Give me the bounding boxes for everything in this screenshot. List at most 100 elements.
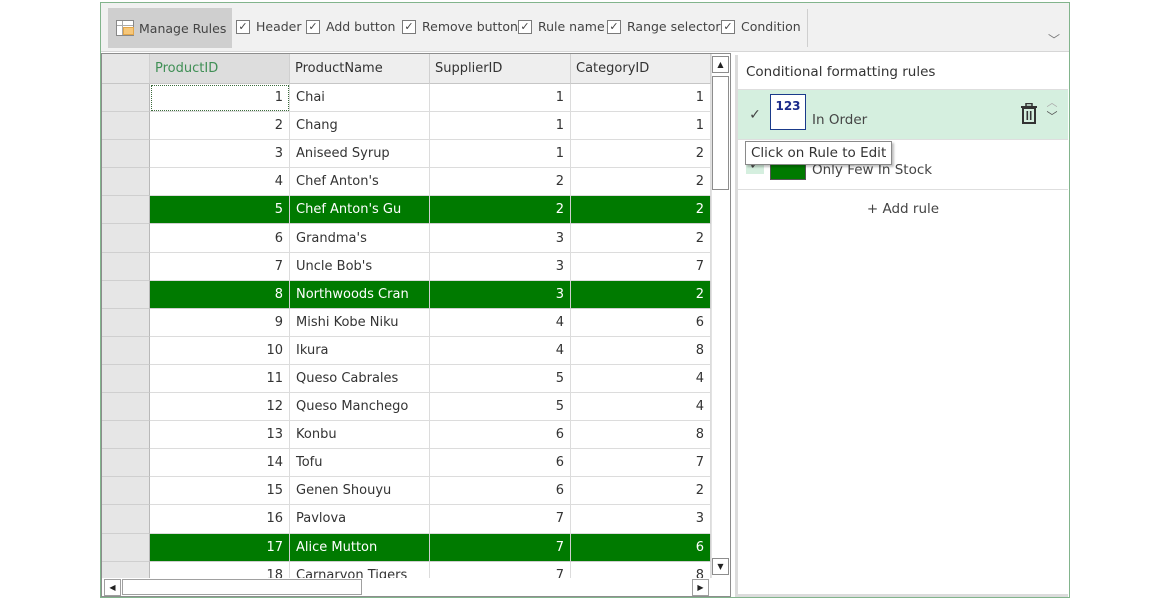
cell-productid[interactable]: 1 bbox=[150, 84, 290, 113]
cell-supplierid[interactable]: 3 bbox=[430, 224, 571, 253]
cell-supplierid[interactable]: 1 bbox=[430, 112, 571, 141]
row-header[interactable] bbox=[102, 336, 150, 365]
horizontal-scrollbar[interactable]: ◀ ▶ bbox=[102, 578, 712, 596]
cell-productid[interactable]: 14 bbox=[150, 449, 290, 478]
range-selector-checkbox[interactable]: ✓ Range selector bbox=[607, 19, 721, 34]
cell-productname[interactable]: Alice Mutton bbox=[290, 533, 430, 562]
cell-productname[interactable]: Genen Shouyu bbox=[290, 477, 430, 506]
cell-productid[interactable]: 8 bbox=[150, 280, 290, 309]
add-button-checkbox[interactable]: ✓ Add button bbox=[306, 19, 395, 34]
table-row[interactable]: 11 Queso Cabrales 5 4 bbox=[102, 364, 711, 394]
move-down-icon[interactable]: ﹀ bbox=[1044, 110, 1060, 124]
column-header-productid[interactable]: ProductID bbox=[150, 54, 290, 84]
table-row[interactable]: 17 Alice Mutton 7 6 bbox=[102, 533, 711, 562]
row-header[interactable] bbox=[102, 196, 150, 225]
cell-productname[interactable]: Grandma's bbox=[290, 224, 430, 253]
row-header[interactable] bbox=[102, 84, 150, 113]
cell-categoryid[interactable]: 7 bbox=[571, 449, 711, 478]
cell-productid[interactable]: 16 bbox=[150, 505, 290, 534]
row-header[interactable] bbox=[102, 393, 150, 422]
chevron-down-icon[interactable]: ﹀ bbox=[1047, 33, 1061, 47]
cell-productid[interactable]: 5 bbox=[150, 196, 290, 225]
cell-supplierid[interactable]: 3 bbox=[430, 252, 571, 281]
cell-categoryid[interactable]: 2 bbox=[571, 477, 711, 506]
table-row[interactable]: 3 Aniseed Syrup 1 2 bbox=[102, 140, 711, 169]
cell-categoryid[interactable]: 2 bbox=[571, 280, 711, 309]
cell-supplierid[interactable]: 7 bbox=[430, 533, 571, 562]
row-header[interactable] bbox=[102, 112, 150, 141]
cell-supplierid[interactable]: 1 bbox=[430, 140, 571, 169]
cell-categoryid[interactable]: 4 bbox=[571, 364, 711, 394]
cell-supplierid[interactable]: 3 bbox=[430, 280, 571, 309]
manage-rules-button[interactable]: Manage Rules bbox=[108, 8, 232, 48]
cell-productid[interactable]: 17 bbox=[150, 533, 290, 562]
table-row[interactable]: 10 Ikura 4 8 bbox=[102, 336, 711, 365]
rule-item-in-order[interactable]: ✓ 123 In Order ︿ ﹀ bbox=[738, 90, 1068, 140]
cell-productname[interactable]: Chef Anton's Gu bbox=[290, 196, 430, 225]
cell-productid[interactable]: 12 bbox=[150, 393, 290, 422]
cell-productid[interactable]: 15 bbox=[150, 477, 290, 506]
cell-productname[interactable]: Queso Cabrales bbox=[290, 364, 430, 394]
move-up-icon[interactable]: ︿ bbox=[1044, 96, 1060, 110]
row-header[interactable] bbox=[102, 421, 150, 450]
cell-productname[interactable]: Tofu bbox=[290, 449, 430, 478]
cell-categoryid[interactable]: 1 bbox=[571, 84, 711, 113]
cell-categoryid[interactable]: 2 bbox=[571, 168, 711, 197]
row-header[interactable] bbox=[102, 449, 150, 478]
rule-enabled-check-icon[interactable]: ✓ bbox=[746, 106, 764, 124]
cell-categoryid[interactable]: 8 bbox=[571, 421, 711, 450]
row-header[interactable] bbox=[102, 364, 150, 394]
column-header-categoryid[interactable]: CategoryID bbox=[571, 54, 711, 84]
cell-productid[interactable]: 3 bbox=[150, 140, 290, 169]
table-row[interactable]: 14 Tofu 6 7 bbox=[102, 449, 711, 478]
row-header-corner[interactable] bbox=[102, 54, 150, 84]
cell-productname[interactable]: Mishi Kobe Niku bbox=[290, 308, 430, 337]
cell-categoryid[interactable]: 8 bbox=[571, 336, 711, 365]
cell-categoryid[interactable]: 4 bbox=[571, 393, 711, 422]
cell-productname[interactable]: Uncle Bob's bbox=[290, 252, 430, 281]
table-row[interactable]: 9 Mishi Kobe Niku 4 6 bbox=[102, 308, 711, 337]
cell-productname[interactable]: Ikura bbox=[290, 336, 430, 365]
cell-supplierid[interactable]: 6 bbox=[430, 421, 571, 450]
table-row[interactable]: 7 Uncle Bob's 3 7 bbox=[102, 252, 711, 281]
cell-productid[interactable]: 7 bbox=[150, 252, 290, 281]
cell-productname[interactable]: Queso Manchego bbox=[290, 393, 430, 422]
cell-categoryid[interactable]: 2 bbox=[571, 224, 711, 253]
row-header[interactable] bbox=[102, 308, 150, 337]
scroll-down-icon[interactable]: ▼ bbox=[712, 558, 729, 575]
table-row[interactable]: 16 Pavlova 7 3 bbox=[102, 505, 711, 534]
scroll-right-icon[interactable]: ▶ bbox=[692, 579, 709, 596]
row-header[interactable] bbox=[102, 224, 150, 253]
cell-categoryid[interactable]: 6 bbox=[571, 533, 711, 562]
cell-productid[interactable]: 11 bbox=[150, 364, 290, 394]
table-row[interactable]: 2 Chang 1 1 bbox=[102, 112, 711, 141]
cell-supplierid[interactable]: 1 bbox=[430, 84, 571, 113]
cell-categoryid[interactable]: 1 bbox=[571, 112, 711, 141]
cell-categoryid[interactable]: 3 bbox=[571, 505, 711, 534]
cell-supplierid[interactable]: 7 bbox=[430, 505, 571, 534]
cell-supplierid[interactable]: 6 bbox=[430, 477, 571, 506]
table-row[interactable]: 15 Genen Shouyu 6 2 bbox=[102, 477, 711, 506]
cell-productid[interactable]: 9 bbox=[150, 308, 290, 337]
cell-supplierid[interactable]: 4 bbox=[430, 336, 571, 365]
column-header-productname[interactable]: ProductName bbox=[290, 54, 430, 84]
cell-productname[interactable]: Pavlova bbox=[290, 505, 430, 534]
cell-productname[interactable]: Chef Anton's bbox=[290, 168, 430, 197]
cell-productid[interactable]: 10 bbox=[150, 336, 290, 365]
table-row[interactable]: 8 Northwoods Cran 3 2 bbox=[102, 280, 711, 309]
table-row[interactable]: 1 Chai 1 1 bbox=[102, 84, 711, 113]
trash-icon[interactable] bbox=[1020, 103, 1038, 125]
cell-productname[interactable]: Northwoods Cran bbox=[290, 280, 430, 309]
cell-categoryid[interactable]: 6 bbox=[571, 308, 711, 337]
vertical-scroll-thumb[interactable] bbox=[712, 76, 729, 190]
row-header[interactable] bbox=[102, 140, 150, 169]
cell-productname[interactable]: Chai bbox=[290, 84, 430, 113]
column-header-supplierid[interactable]: SupplierID bbox=[430, 54, 571, 84]
horizontal-scroll-thumb[interactable] bbox=[122, 579, 362, 595]
cell-supplierid[interactable]: 2 bbox=[430, 168, 571, 197]
table-row[interactable]: 12 Queso Manchego 5 4 bbox=[102, 393, 711, 422]
cell-productname[interactable]: Konbu bbox=[290, 421, 430, 450]
table-row[interactable]: 4 Chef Anton's 2 2 bbox=[102, 168, 711, 197]
table-row[interactable]: 13 Konbu 6 8 bbox=[102, 421, 711, 450]
scroll-up-icon[interactable]: ▲ bbox=[712, 56, 729, 73]
